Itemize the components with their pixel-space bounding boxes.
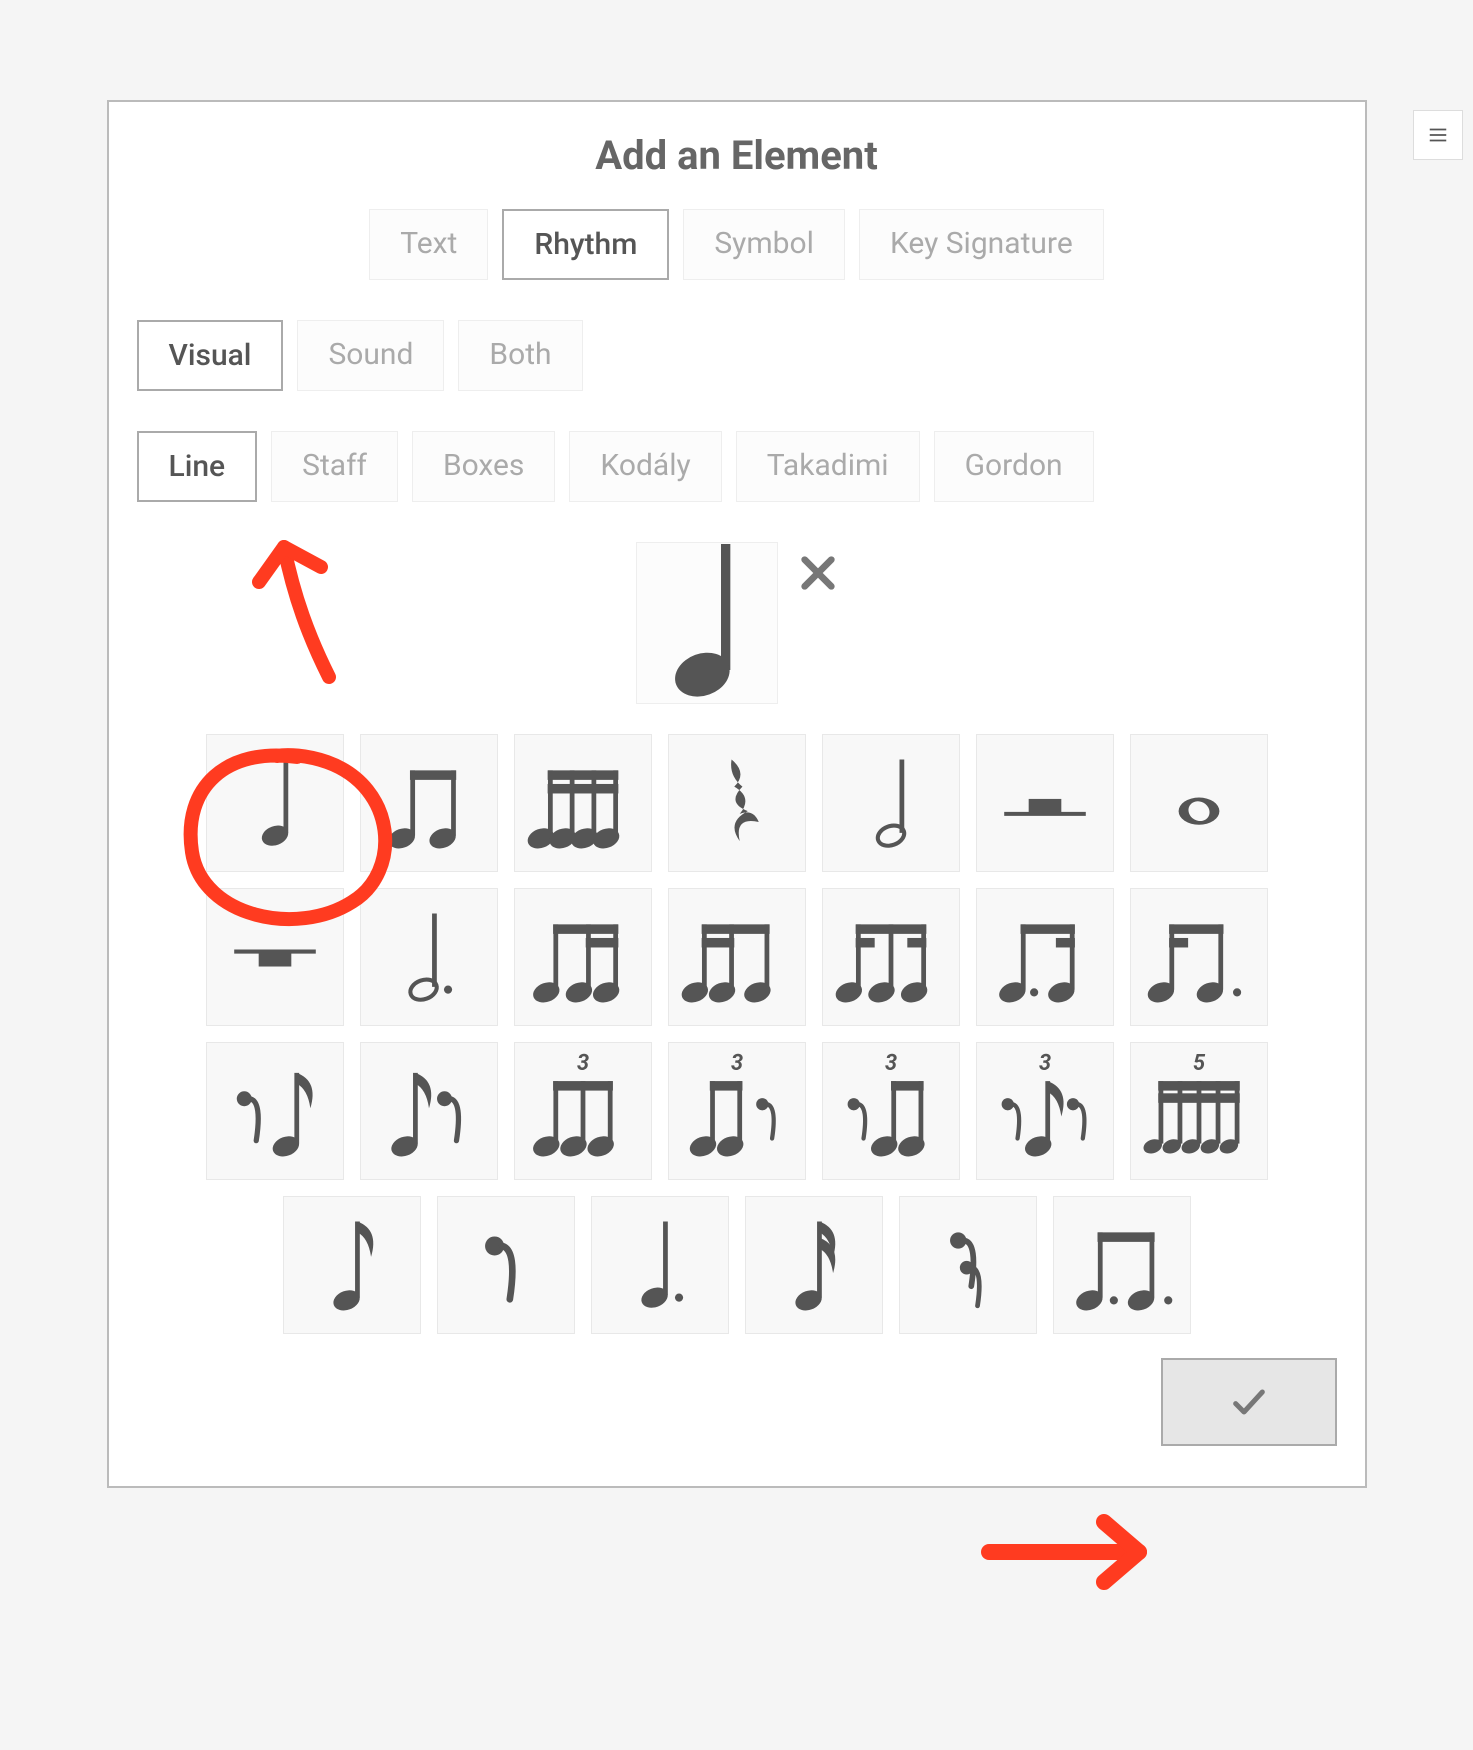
mode-tab-both[interactable]: Both (458, 320, 582, 391)
palette-eighth-eighth-rest[interactable] (360, 1042, 498, 1180)
palette-whole-note[interactable] (1130, 734, 1268, 872)
menu-button[interactable] (1413, 110, 1463, 160)
svg-text:3: 3 (730, 1051, 742, 1076)
palette-quintuplet-16[interactable]: 5 (1130, 1042, 1268, 1180)
palette-triplet-eighths[interactable]: 3 (514, 1042, 652, 1180)
add-element-dialog: Add an Element TextRhythmSymbolKey Signa… (107, 100, 1367, 1488)
palette-half-rest[interactable] (976, 734, 1114, 872)
mode-tabs: VisualSoundBoth (137, 320, 1337, 391)
style-tab-line[interactable]: Line (137, 431, 258, 502)
clear-preview-button[interactable] (798, 548, 838, 605)
preview-current-note (636, 542, 778, 704)
sixteenth-rest-icon (900, 1197, 1036, 1333)
whole-rest-icon (207, 889, 343, 1025)
eighth-pair-icon (361, 735, 497, 871)
eighth-rest-icon (438, 1197, 574, 1333)
eighth-sixteenth-two-icon (515, 889, 651, 1025)
palette-two-sixteenth-eighth[interactable] (668, 888, 806, 1026)
half-rest-icon (977, 735, 1113, 871)
type-tab-symbol[interactable]: Symbol (683, 209, 845, 280)
triplet-eighths-icon: 3 (515, 1043, 651, 1179)
quarter-note-icon (637, 530, 777, 717)
palette-eighth-rest-eighth[interactable] (206, 1042, 344, 1180)
two-sixteenth-eighth-icon (669, 889, 805, 1025)
triplet-rest-2eighth-icon: 3 (823, 1043, 959, 1179)
palette-quarter-rest[interactable] (668, 734, 806, 872)
svg-text:3: 3 (576, 1051, 588, 1076)
palette-eighth-sixteenth-two[interactable] (514, 888, 652, 1026)
type-tab-text[interactable]: Text (369, 209, 488, 280)
palette-sixteenth-dotted8[interactable] (1130, 888, 1268, 1026)
palette-half-note[interactable] (822, 734, 960, 872)
close-icon (798, 553, 838, 593)
palette-triplet-rest-eighth-rest[interactable]: 3 (976, 1042, 1114, 1180)
triplet-2eighth-rest-icon: 3 (669, 1043, 805, 1179)
type-tabs: TextRhythmSymbolKey Signature (137, 209, 1337, 280)
dotted8-dot-eighth-icon (1054, 1197, 1190, 1333)
eighth-rest-eighth-icon (207, 1043, 343, 1179)
palette-dotted8-dot-eighth[interactable] (1053, 1196, 1191, 1334)
palette-single-eighth[interactable] (283, 1196, 421, 1334)
palette-quarter-note[interactable] (206, 734, 344, 872)
type-tab-rhythm[interactable]: Rhythm (502, 209, 669, 280)
synco-sixteenth-icon (823, 889, 959, 1025)
quarter-note-icon (207, 735, 343, 871)
single-sixteenth-icon (746, 1197, 882, 1333)
palette-single-sixteenth[interactable] (745, 1196, 883, 1334)
dotted-quarter-icon (592, 1197, 728, 1333)
palette-dotted-quarter[interactable] (591, 1196, 729, 1334)
svg-text:3: 3 (884, 1051, 896, 1076)
palette-eighth-rest[interactable] (437, 1196, 575, 1334)
single-eighth-icon (284, 1197, 420, 1333)
style-tab-gordon[interactable]: Gordon (934, 431, 1094, 502)
quarter-rest-icon (669, 735, 805, 871)
style-tabs: LineStaffBoxesKodályTakadimiGordon (137, 431, 1337, 502)
dialog-title: Add an Element (137, 132, 1337, 179)
check-icon (1229, 1382, 1269, 1422)
note-palette: 3 3 3 3 5 (137, 734, 1337, 1334)
hamburger-icon (1427, 124, 1449, 146)
svg-text:5: 5 (1192, 1051, 1205, 1076)
palette-synco-sixteenth[interactable] (822, 888, 960, 1026)
palette-eighth-pair[interactable] (360, 734, 498, 872)
style-tab-staff[interactable]: Staff (271, 431, 398, 502)
palette-triplet-rest-2eighth[interactable]: 3 (822, 1042, 960, 1180)
svg-text:3: 3 (1038, 1051, 1050, 1076)
whole-note-icon (1131, 735, 1267, 871)
confirm-button[interactable] (1161, 1358, 1337, 1446)
style-tab-boxes[interactable]: Boxes (412, 431, 555, 502)
triplet-rest-eighth-rest-icon: 3 (977, 1043, 1113, 1179)
palette-triplet-2eighth-rest[interactable]: 3 (668, 1042, 806, 1180)
annotation-arrow-right (979, 1507, 1179, 1597)
palette-sixteenth-rest[interactable] (899, 1196, 1037, 1334)
mode-tab-sound[interactable]: Sound (297, 320, 444, 391)
preview-row (137, 542, 1337, 704)
mode-tab-visual[interactable]: Visual (137, 320, 284, 391)
quintuplet-16-icon: 5 (1131, 1043, 1267, 1179)
sixteenth-dotted8-icon (1131, 889, 1267, 1025)
style-tab-kodály[interactable]: Kodály (569, 431, 721, 502)
style-tab-takadimi[interactable]: Takadimi (736, 431, 920, 502)
palette-sixteenth-four[interactable] (514, 734, 652, 872)
palette-dotted-half[interactable] (360, 888, 498, 1026)
dotted-half-icon (361, 889, 497, 1025)
sixteenth-four-icon (515, 735, 651, 871)
dotted8-16-icon (977, 889, 1113, 1025)
palette-dotted8-16[interactable] (976, 888, 1114, 1026)
eighth-eighth-rest-icon (361, 1043, 497, 1179)
palette-whole-rest[interactable] (206, 888, 344, 1026)
type-tab-key-signature[interactable]: Key Signature (859, 209, 1104, 280)
half-note-icon (823, 735, 959, 871)
